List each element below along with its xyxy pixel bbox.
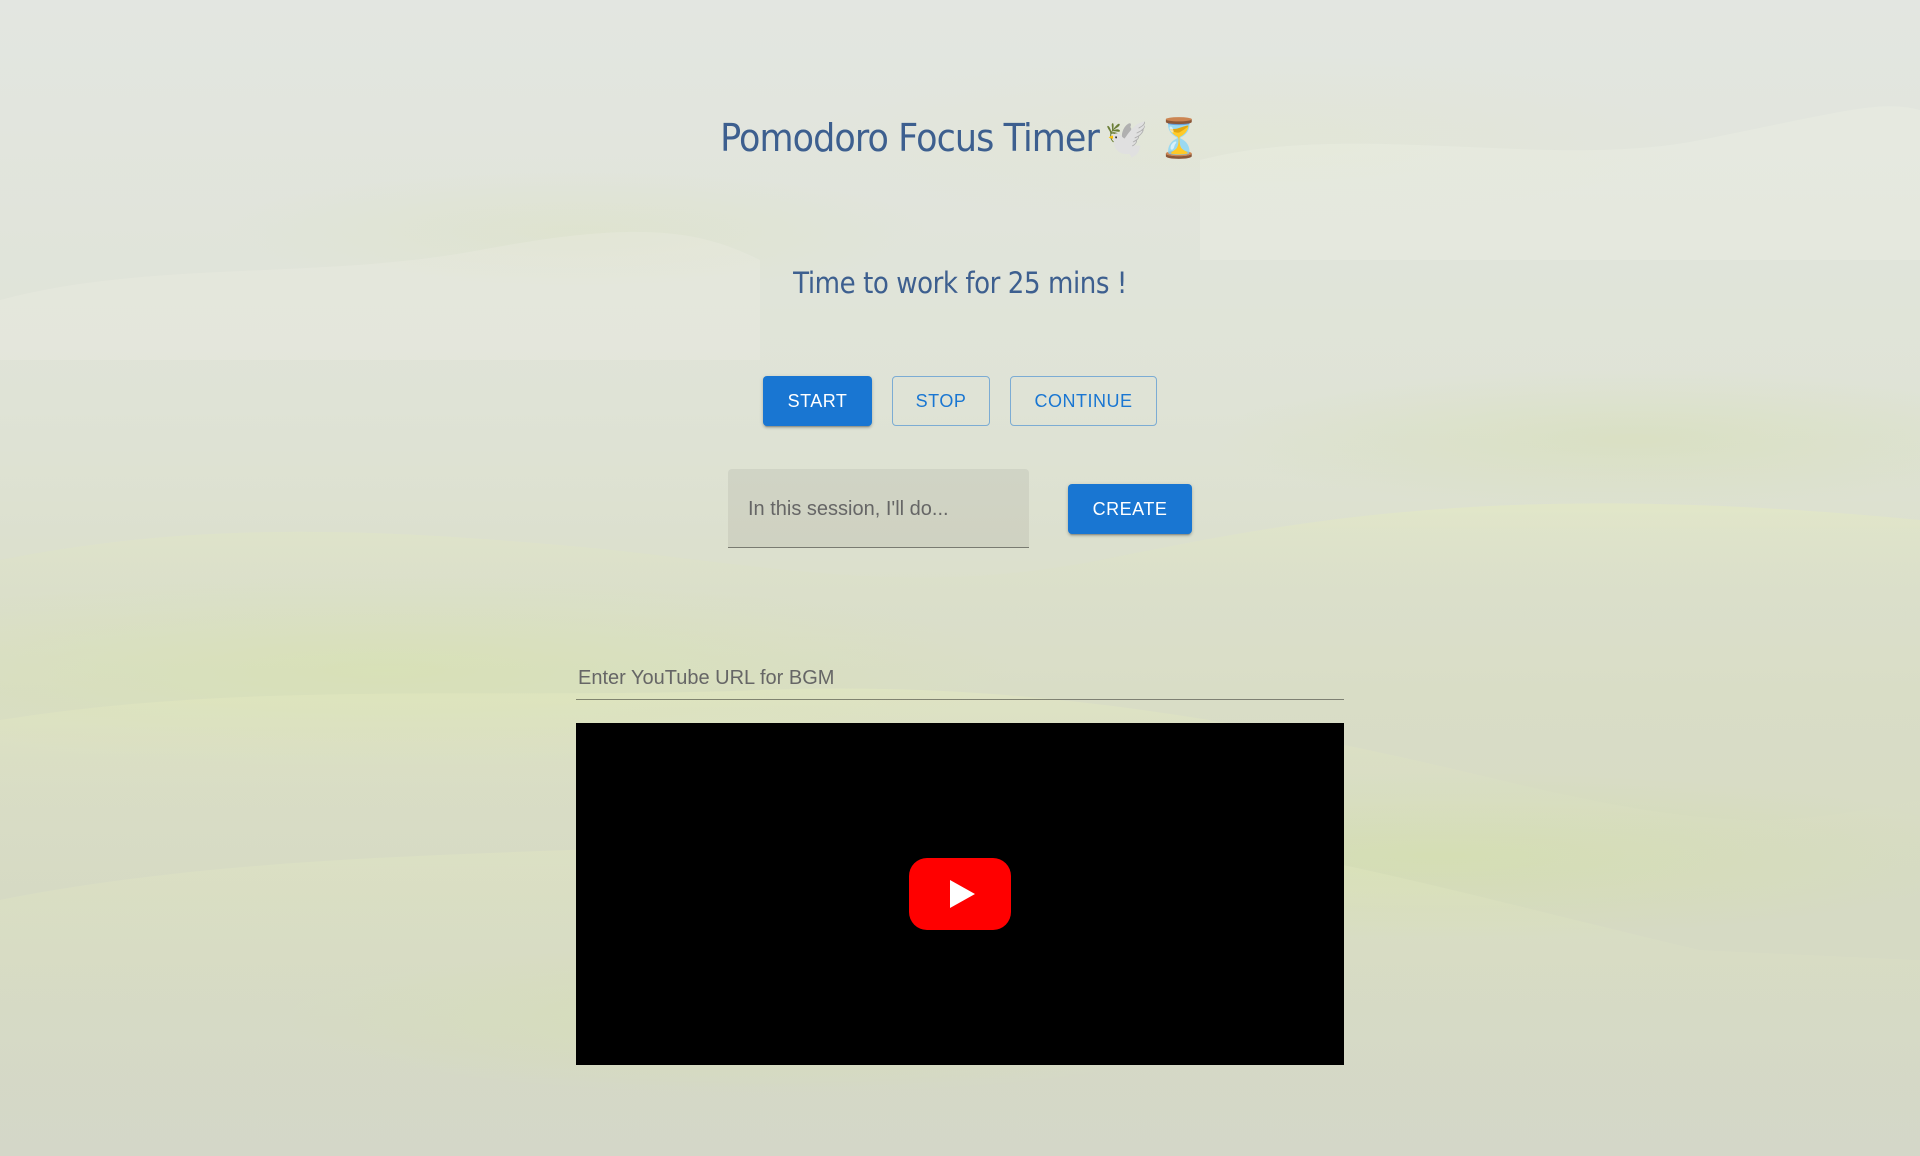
youtube-player[interactable]: [576, 723, 1344, 1065]
session-task-input[interactable]: [746, 491, 1020, 527]
continue-button[interactable]: CONTINUE: [1010, 376, 1157, 426]
title-text: Pomodoro Focus Timer: [720, 116, 1100, 160]
timer-status-message: Time to work for 25 mins !: [793, 266, 1127, 300]
session-task-field: [728, 469, 1029, 548]
stop-button[interactable]: STOP: [892, 376, 990, 426]
page-title: Pomodoro Focus Timer 🕊️ ⏳: [77, 116, 1843, 161]
create-button[interactable]: CREATE: [1068, 484, 1192, 534]
start-button[interactable]: START: [763, 376, 872, 426]
bgm-url-field: [576, 656, 1344, 700]
youtube-play-icon[interactable]: [909, 858, 1011, 930]
dove-hourglass-icon: 🕊️ ⏳: [1104, 116, 1200, 160]
bgm-url-input[interactable]: [576, 662, 1340, 694]
